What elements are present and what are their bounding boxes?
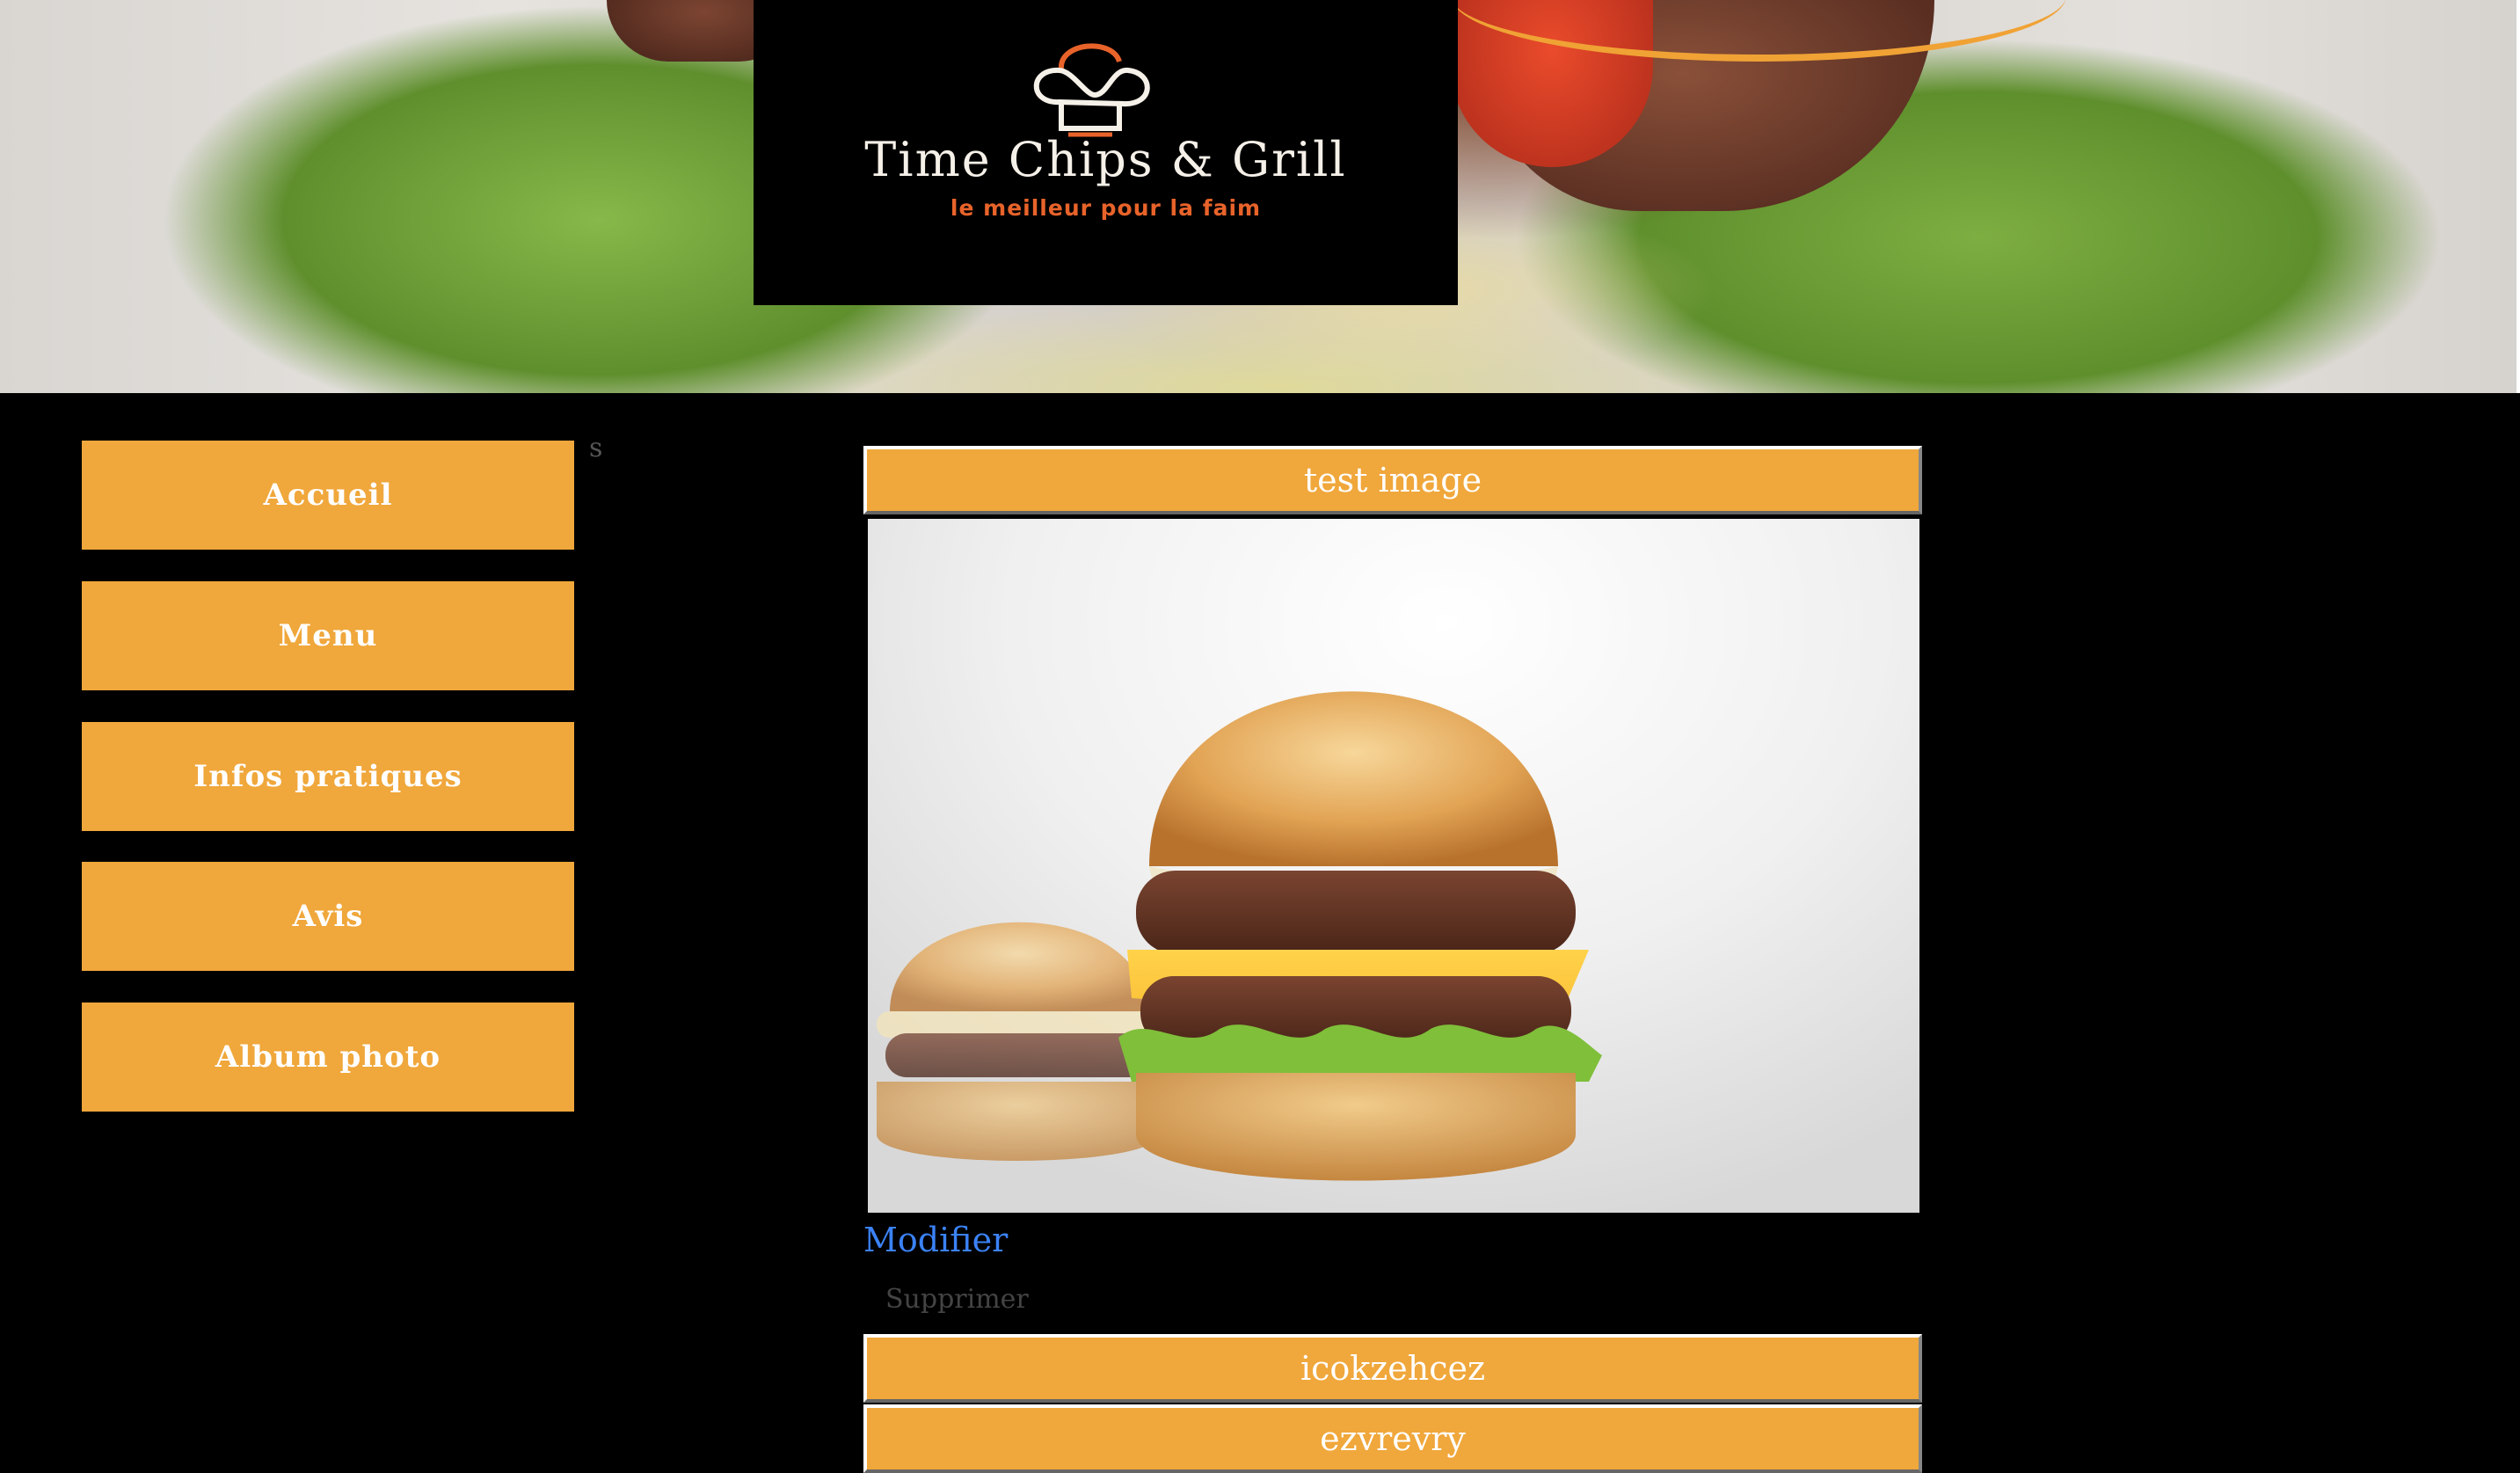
banner-edge	[2516, 0, 2520, 393]
post-image	[868, 519, 1919, 1213]
stray-text: s	[589, 433, 603, 463]
post-title: icokzehcez	[863, 1334, 1922, 1403]
nav-item-menu[interactable]: Menu	[82, 581, 574, 690]
site-logo[interactable]: Time Chips & Grill le meilleur pour la f…	[754, 0, 1458, 305]
logo-title: Time Chips & Grill	[864, 132, 1347, 187]
burger-photo	[877, 691, 1602, 1181]
post-title: test image	[863, 446, 1922, 514]
delete-link[interactable]: Supprimer	[885, 1284, 1029, 1315]
chef-hat-icon	[1033, 43, 1150, 137]
nav-item-album-photo[interactable]: Album photo	[82, 1003, 574, 1112]
post-title: ezvrevry	[863, 1404, 1922, 1473]
nav-item-infos-pratiques[interactable]: Infos pratiques	[82, 722, 574, 831]
nav-item-accueil[interactable]: Accueil	[82, 441, 574, 550]
edit-link[interactable]: Modifier	[863, 1221, 1008, 1259]
nav-item-avis[interactable]: Avis	[82, 862, 574, 971]
logo-tagline: le meilleur pour la faim	[950, 195, 1262, 221]
header-banner: Time Chips & Grill le meilleur pour la f…	[0, 0, 2520, 393]
